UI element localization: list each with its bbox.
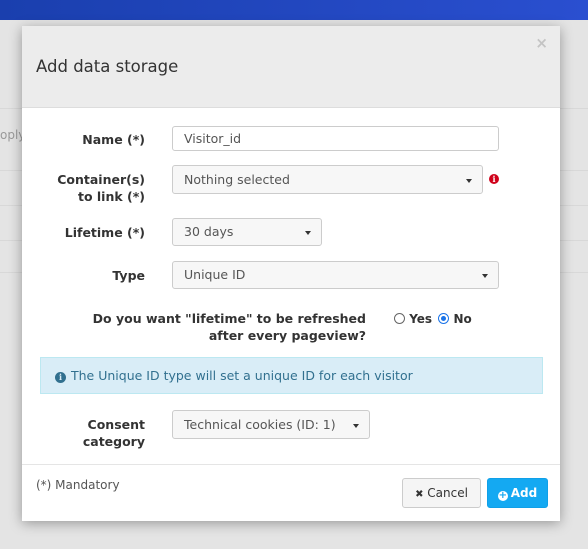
close-icon[interactable]: × (535, 36, 548, 51)
cancel-button[interactable]: ✖ Cancel (402, 478, 481, 508)
lifetime-label: Lifetime (*) (64, 225, 145, 240)
times-icon: ✖ (415, 489, 424, 500)
radio-yes[interactable] (394, 313, 405, 324)
add-button-label: Add (510, 486, 538, 500)
refresh-yes-option[interactable]: Yes (394, 312, 432, 326)
caret-down-icon (305, 231, 311, 235)
lifetime-select[interactable]: 30 days (172, 218, 322, 246)
unique-id-info-alert: i The Unique ID type will set a unique ID… (40, 357, 543, 394)
containers-label: Container(s) to link (*) (57, 172, 145, 204)
refresh-no-label: No (453, 312, 472, 326)
caret-down-icon (466, 179, 472, 183)
alert-text: The Unique ID type will set a unique ID … (71, 368, 413, 383)
type-label: Type (112, 268, 145, 283)
app-top-bar (0, 0, 588, 20)
radio-no[interactable] (438, 313, 450, 324)
refresh-no-option[interactable]: No (438, 312, 472, 326)
type-select[interactable]: Unique ID (172, 261, 499, 289)
containers-selected-value: Nothing selected (184, 172, 290, 187)
add-data-storage-modal: Add data storage × Name (*) Visitor_id C… (22, 26, 560, 521)
type-selected-value: Unique ID (184, 267, 246, 282)
plus-circle-icon: + (497, 490, 508, 501)
refresh-label: Do you want "lifetime" to be refreshed a… (92, 311, 366, 343)
name-label: Name (*) (82, 132, 145, 147)
consent-selected-value: Technical cookies (ID: 1) (184, 417, 336, 432)
refresh-yes-label: Yes (409, 312, 433, 326)
info-icon[interactable]: i (489, 174, 499, 184)
caret-down-icon (353, 424, 359, 428)
consent-select[interactable]: Technical cookies (ID: 1) (172, 410, 370, 439)
refresh-radio-group: Yes No (394, 312, 472, 326)
info-icon: i (55, 372, 66, 383)
caret-down-icon (482, 274, 488, 278)
modal-footer: (*) Mandatory ✖ Cancel + Add (22, 464, 560, 521)
modal-header: Add data storage × (22, 26, 560, 108)
consent-label: Consent category (82, 417, 145, 449)
cancel-button-label: Cancel (427, 486, 468, 500)
modal-title: Add data storage (36, 57, 179, 76)
name-input[interactable]: Visitor_id (172, 126, 499, 151)
add-button[interactable]: + Add (487, 478, 548, 508)
lifetime-selected-value: 30 days (184, 224, 234, 239)
containers-select[interactable]: Nothing selected (172, 165, 483, 194)
mandatory-note: (*) Mandatory (36, 478, 120, 492)
